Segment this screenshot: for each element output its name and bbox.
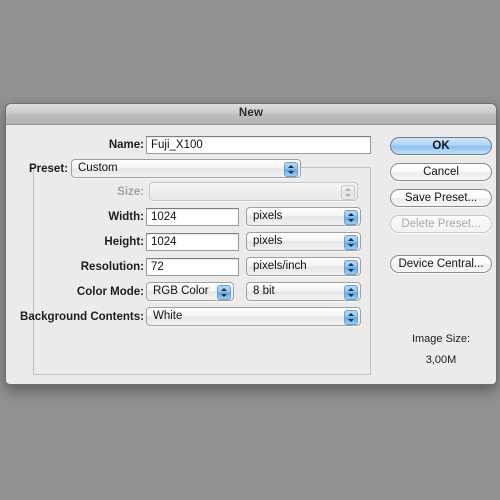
height-unit-value: pixels — [253, 235, 283, 247]
background-contents-label: Background Contents: — [20, 311, 144, 323]
preset-label: Preset: — [29, 163, 68, 175]
height-label: Height: — [104, 236, 144, 248]
size-label: Size: — [117, 186, 144, 198]
height-input[interactable]: 1024 — [146, 233, 239, 251]
background-contents-value: White — [153, 310, 183, 322]
chevron-updown-icon — [341, 184, 355, 200]
width-unit-select[interactable]: pixels — [246, 207, 361, 226]
chevron-updown-icon — [344, 259, 358, 275]
image-size-label: Image Size: — [411, 333, 471, 345]
cancel-button[interactable]: Cancel — [390, 163, 492, 181]
preset-select[interactable]: Custom — [71, 159, 301, 178]
width-input[interactable]: 1024 — [146, 208, 239, 226]
name-label: Name: — [108, 139, 144, 151]
dialog-title: New — [238, 107, 264, 119]
color-mode-value: RGB Color — [153, 285, 209, 297]
resolution-input[interactable]: 72 — [146, 258, 239, 276]
resolution-input-value: 72 — [151, 261, 164, 273]
color-depth-value: 8 bit — [253, 285, 275, 297]
height-unit-select[interactable]: pixels — [246, 232, 361, 251]
width-label: Width: — [108, 211, 144, 223]
chevron-updown-icon — [344, 234, 358, 250]
chevron-updown-icon — [284, 161, 298, 177]
resolution-label: Resolution: — [80, 261, 144, 273]
size-select — [149, 182, 358, 201]
width-unit-value: pixels — [253, 210, 283, 222]
color-mode-select[interactable]: RGB Color — [146, 282, 234, 301]
width-input-value: 1024 — [151, 211, 177, 223]
new-document-dialog: New Name: Fuji_X100 Preset: Custom Size:… — [5, 103, 497, 385]
resolution-unit-select[interactable]: pixels/inch — [246, 257, 361, 276]
color-mode-label: Color Mode: — [76, 286, 144, 298]
height-input-value: 1024 — [151, 236, 177, 248]
resolution-unit-value: pixels/inch — [253, 260, 307, 272]
preset-select-value: Custom — [78, 162, 118, 174]
chevron-updown-icon — [344, 209, 358, 225]
chevron-updown-icon — [344, 284, 358, 300]
device-central-button[interactable]: Device Central... — [390, 255, 492, 273]
save-preset-button[interactable]: Save Preset... — [390, 189, 492, 207]
color-depth-select[interactable]: 8 bit — [246, 282, 361, 301]
image-size-value: 3,00M — [425, 354, 457, 366]
dialog-body: Name: Fuji_X100 Preset: Custom Size: Wid… — [6, 125, 496, 384]
name-input-value: Fuji_X100 — [151, 139, 203, 151]
chevron-updown-icon — [217, 284, 231, 300]
dialog-titlebar[interactable]: New — [6, 104, 496, 125]
chevron-updown-icon — [344, 309, 358, 325]
ok-button[interactable]: OK — [390, 137, 492, 155]
delete-preset-button: Delete Preset... — [390, 215, 492, 233]
background-contents-select[interactable]: White — [146, 307, 361, 326]
name-input[interactable]: Fuji_X100 — [146, 136, 371, 154]
